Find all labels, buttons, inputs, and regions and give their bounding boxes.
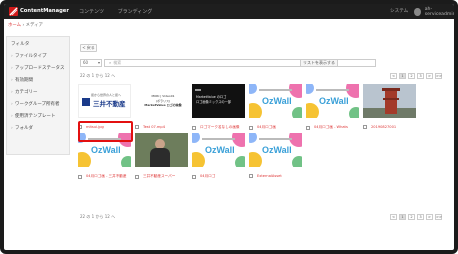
page-1[interactable]: 1 <box>399 214 406 220</box>
media-name[interactable]: 04月ロゴ <box>200 174 215 179</box>
media-name[interactable]: ロゴマーク名なしの画像 <box>200 125 240 130</box>
page-last[interactable]: >> <box>435 214 442 220</box>
media-card[interactable]: 街から世界の人と街へ 三井不動産 mitsui.jpg <box>78 84 131 129</box>
media-thumbnail[interactable] <box>135 133 188 167</box>
media-card[interactable]: 三井不動産スーパー <box>135 133 188 179</box>
select-checkbox[interactable] <box>78 174 82 179</box>
media-name[interactable]: 三井不動産スーパー <box>143 174 175 179</box>
select-checkbox[interactable] <box>249 125 253 130</box>
select-checkbox[interactable] <box>363 125 367 129</box>
filter-folder[interactable]: フォルダ <box>7 126 69 131</box>
select-checkbox[interactable] <box>306 125 310 130</box>
filter-category[interactable]: カテゴリー <box>7 90 69 95</box>
mitsui-logo-icon <box>82 98 90 106</box>
page-prev[interactable]: < <box>390 73 397 79</box>
media-name[interactable]: ExternalAsset <box>257 174 282 178</box>
filter-template[interactable]: 使用済テンプレート <box>7 114 69 119</box>
media-card[interactable]: OzWall ExternalAsset <box>249 133 302 178</box>
media-thumbnail[interactable] <box>363 84 416 118</box>
top-bar: ContentManager コンテンツ ブランディング システム ah-ser… <box>4 4 454 19</box>
filter-upload-status[interactable]: アップロードステータス <box>7 66 69 71</box>
breadcrumb-current: メディア <box>25 23 43 28</box>
user-menu[interactable]: ah-serviceadmin <box>414 7 456 17</box>
media-card[interactable]: MarketValue のロゴ ロゴ画像ミックスの一部 ロゴマーク名なしの画像 <box>192 84 245 130</box>
media-thumbnail[interactable]: 街から世界の人と街へ 三井不動産 <box>78 84 131 118</box>
list-view-button[interactable]: リストを表示する <box>300 59 338 67</box>
media-thumbnail[interactable]: OzWall <box>192 133 245 167</box>
page-3[interactable]: 3 <box>417 214 424 220</box>
app-name: ContentManager <box>20 8 69 14</box>
select-checkbox[interactable] <box>135 125 139 129</box>
page-next[interactable]: > <box>426 214 433 220</box>
search-toolbar: 60 ⌕検索 リストを表示する <box>80 59 442 67</box>
media-card[interactable]: OzWall 04月ロゴ画 <box>249 84 302 130</box>
media-name[interactable]: 04月ロゴ画 - Whats <box>314 125 348 130</box>
media-card[interactable]: MORI | Video01 (ポラリス) MarketValue ロゴの映像 … <box>135 84 188 129</box>
filter-workgroup[interactable]: ワークグループ所有者 <box>7 102 69 107</box>
filter-sidebar: フィルタ ファイルタイプ アップロードステータス 有効期間 カテゴリー ワークグ… <box>6 36 70 155</box>
media-name[interactable]: 20190827001 <box>371 125 396 129</box>
per-page-select[interactable]: 60 <box>80 59 102 67</box>
search-icon: ⌕ <box>109 60 112 65</box>
filter-title: フィルタ <box>11 42 30 47</box>
media-thumbnail[interactable]: OzWall <box>306 84 359 118</box>
select-checkbox[interactable] <box>135 174 139 179</box>
media-name[interactable]: Test 07.mp4 <box>143 125 165 129</box>
page-2[interactable]: 2 <box>408 73 415 79</box>
media-card[interactable]: 20190827001 <box>363 84 416 129</box>
main-nav: コンテンツ ブランディング <box>79 8 164 15</box>
breadcrumb-home[interactable]: ホーム <box>8 23 21 28</box>
media-thumbnail[interactable]: OzWall <box>249 133 302 167</box>
page-prev[interactable]: < <box>390 214 397 220</box>
page-next[interactable]: > <box>426 73 433 79</box>
page-2[interactable]: 2 <box>408 214 415 220</box>
result-count-top: 22 の 1 から 12 へ <box>80 73 116 78</box>
media-thumbnail[interactable]: OzWall <box>249 84 302 118</box>
nav-content[interactable]: コンテンツ <box>79 9 104 15</box>
select-checkbox[interactable] <box>249 174 253 178</box>
pagination-top: < 1 2 3 > >> <box>390 73 442 79</box>
select-checkbox[interactable] <box>78 125 82 129</box>
user-name: ah-serviceadmin <box>424 7 456 17</box>
media-card[interactable]: OzWall 04月ロゴ画 - Whats <box>306 84 359 130</box>
media-name[interactable]: mitsui.jpg <box>86 125 104 129</box>
nav-branding[interactable]: ブランディング <box>118 9 153 15</box>
app-window: ContentManager コンテンツ ブランディング システム ah-ser… <box>0 0 458 254</box>
media-thumbnail[interactable]: OzWall <box>78 133 131 167</box>
back-button[interactable]: < 戻る <box>80 44 97 52</box>
pagination-bottom: < 1 2 3 > >> <box>390 214 442 220</box>
select-checkbox[interactable] <box>192 174 196 179</box>
media-thumbnail[interactable]: MORI | Video01 (ポラリス) MarketValue ロゴの映像 <box>135 84 188 118</box>
page-last[interactable]: >> <box>435 73 442 79</box>
filter-file-type[interactable]: ファイルタイプ <box>7 54 69 59</box>
result-count-bottom: 22 の 1 から 12 へ <box>80 214 116 219</box>
media-name[interactable]: 04月ロゴ画 <box>257 125 276 130</box>
nav-system[interactable]: システム <box>390 8 408 14</box>
media-card[interactable]: OzWall 04月ロゴ <box>192 133 245 179</box>
page-3[interactable]: 3 <box>417 73 424 79</box>
media-name[interactable]: 04月ロゴ画 - 三井不動産 <box>86 174 127 179</box>
filter-validity[interactable]: 有効期間 <box>7 78 69 83</box>
media-thumbnail[interactable]: MarketValue のロゴ ロゴ画像ミックスの一部 <box>192 84 245 118</box>
user-avatar-icon <box>414 8 421 16</box>
page-1[interactable]: 1 <box>399 73 406 79</box>
media-card[interactable]: OzWall 04月ロゴ画 - 三井不動産 <box>78 133 131 179</box>
select-checkbox[interactable] <box>192 125 196 130</box>
breadcrumb: ホーム › メディア <box>8 23 43 28</box>
app-logo-icon <box>9 7 18 16</box>
